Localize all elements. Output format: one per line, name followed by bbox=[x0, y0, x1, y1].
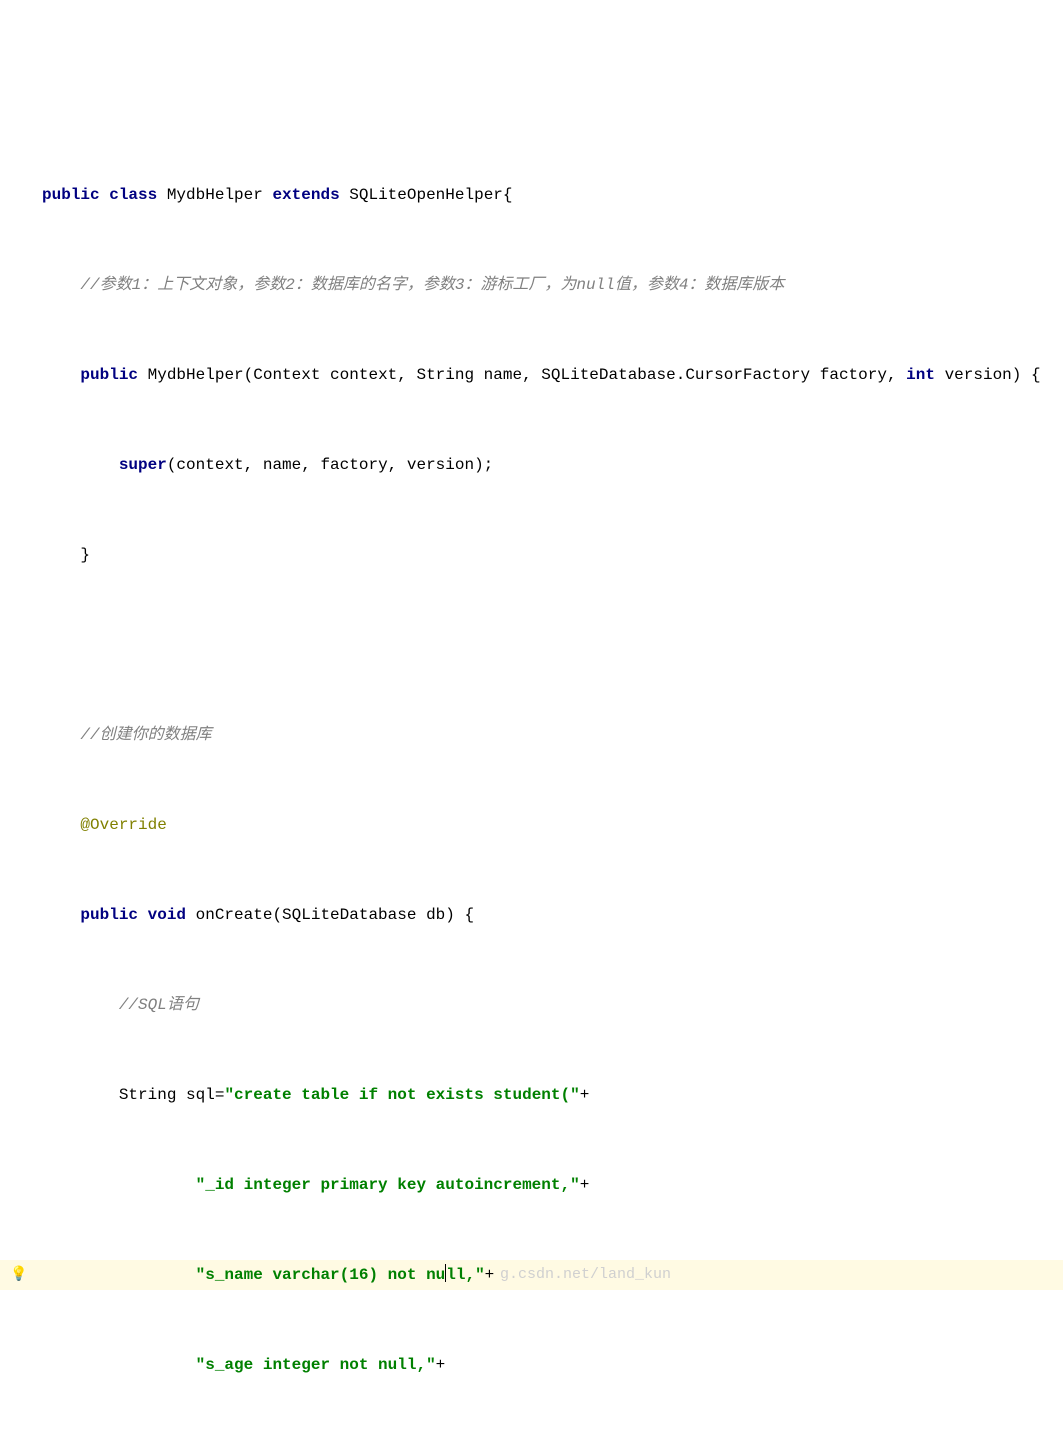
code-line: "_id integer primary key autoincrement,"… bbox=[0, 1170, 1063, 1200]
comment: //SQL语句 bbox=[42, 996, 199, 1014]
string-literal: "_id integer primary key autoincrement," bbox=[196, 1176, 580, 1194]
keyword: extends bbox=[272, 186, 349, 204]
keyword: int bbox=[906, 366, 944, 384]
code-line: super(context, name, factory, version); bbox=[0, 450, 1063, 480]
code-line: "s_time varchar(16) not null)"; bbox=[0, 1440, 1063, 1442]
string-literal: "create table if not exists student(" bbox=[224, 1086, 579, 1104]
operator: + bbox=[580, 1086, 590, 1104]
string-literal: "s_age integer not null," bbox=[196, 1356, 436, 1374]
text: version) { bbox=[945, 366, 1041, 384]
code-line-current: 💡 "s_name varchar(16) not null,"+ g.csdn.… bbox=[0, 1260, 1063, 1290]
indent bbox=[42, 1356, 196, 1374]
text: MydbHelper(Context context, String name,… bbox=[148, 366, 907, 384]
code-editor-view: public class MydbHelper extends SQLiteOp… bbox=[0, 120, 1063, 1442]
text: SQLiteOpenHelper{ bbox=[349, 186, 512, 204]
code-line: public MydbHelper(Context context, Strin… bbox=[0, 360, 1063, 390]
indent bbox=[42, 1176, 196, 1194]
code-line: } bbox=[0, 540, 1063, 570]
code-line: //参数1：上下文对象，参数2：数据库的名字，参数3：游标工厂，为null值，参… bbox=[0, 270, 1063, 300]
keyword: super bbox=[42, 456, 167, 474]
code-line: public void onCreate(SQLiteDatabase db) … bbox=[0, 900, 1063, 930]
watermark-text: g.csdn.net/land_kun bbox=[500, 1260, 671, 1290]
string-literal: "s_name varchar(16) not nu bbox=[196, 1266, 446, 1284]
keyword: public bbox=[42, 366, 148, 384]
code-line: public class MydbHelper extends SQLiteOp… bbox=[0, 180, 1063, 210]
code-line: "s_age integer not null,"+ bbox=[0, 1350, 1063, 1380]
operator: + bbox=[436, 1356, 446, 1374]
lightbulb-icon[interactable]: 💡 bbox=[10, 1260, 27, 1290]
keyword: public void bbox=[42, 906, 196, 924]
class-name: MydbHelper bbox=[167, 186, 273, 204]
text: (context, name, factory, version); bbox=[167, 456, 493, 474]
gutter: 💡 bbox=[0, 1260, 38, 1290]
indent bbox=[42, 1266, 196, 1284]
code-line: @Override bbox=[0, 810, 1063, 840]
code-line bbox=[0, 630, 1063, 660]
comment: //参数1：上下文对象，参数2：数据库的名字，参数3：游标工厂，为null值，参… bbox=[42, 276, 784, 294]
text: String sql= bbox=[42, 1086, 224, 1104]
string-literal: ll," bbox=[446, 1266, 484, 1284]
comment: //创建你的数据库 bbox=[42, 726, 212, 744]
brace: } bbox=[42, 546, 90, 564]
annotation: @Override bbox=[42, 816, 167, 834]
text-caret bbox=[445, 1264, 446, 1282]
operator: + bbox=[485, 1266, 495, 1284]
code-line: String sql="create table if not exists s… bbox=[0, 1080, 1063, 1110]
code-line: //创建你的数据库 bbox=[0, 720, 1063, 750]
text: onCreate(SQLiteDatabase db) { bbox=[196, 906, 474, 924]
operator: + bbox=[580, 1176, 590, 1194]
keyword: public class bbox=[42, 186, 167, 204]
code-line: //SQL语句 bbox=[0, 990, 1063, 1020]
